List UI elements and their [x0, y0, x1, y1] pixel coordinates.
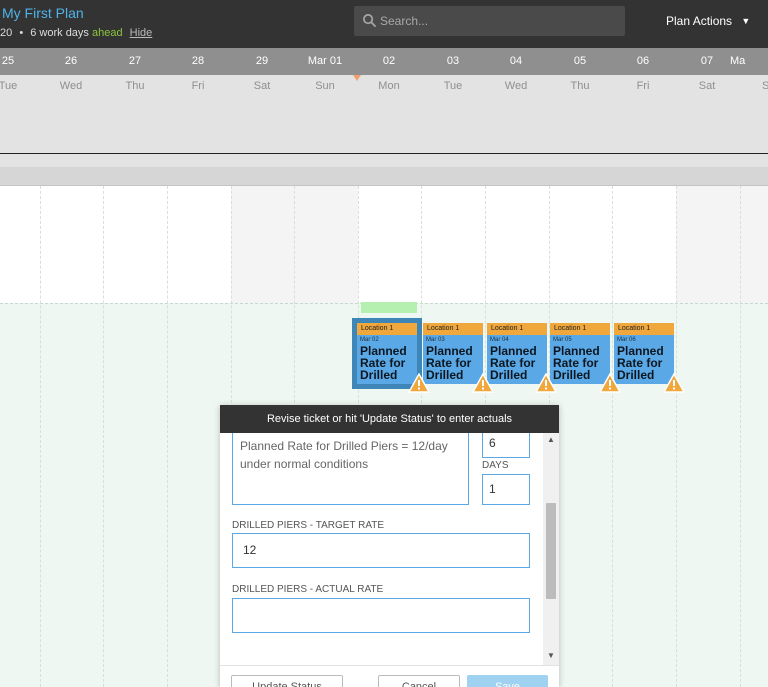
date-cell[interactable]: 06 — [611, 48, 675, 75]
day-cell: Sat — [253, 80, 271, 92]
top-bar: My First Plan 20 • 6 work days ahead Hid… — [0, 0, 768, 48]
date-cell[interactable]: 05 — [548, 48, 612, 75]
plan-actions-button[interactable]: Plan Actions ▼ — [666, 14, 750, 28]
dialog-body[interactable]: Planned Rate for Drilled Piers = 12/day … — [220, 433, 559, 665]
subtitle-separator: • — [19, 27, 24, 39]
progress-bar[interactable] — [361, 302, 417, 313]
date-cell[interactable]: 25 — [0, 48, 40, 75]
dialog-scrollbar[interactable]: ▲ ▼ — [543, 433, 559, 665]
date-cell[interactable]: 26 — [39, 48, 103, 75]
ticket-location: Location 1 — [614, 323, 674, 335]
ticket-location: Location 1 — [423, 323, 483, 335]
quantity-field[interactable]: 6 — [482, 433, 530, 458]
update-status-button[interactable]: Update Status — [231, 675, 343, 687]
timeline-dates-row: 25 26 27 28 29 Mar 01 02 03 04 05 06 07 … — [0, 48, 768, 75]
grid-line — [612, 186, 613, 687]
today-marker — [353, 75, 361, 81]
date-cell[interactable]: Mar 01 — [293, 48, 357, 75]
day-cell: Tue — [443, 80, 463, 92]
dialog-title: Revise ticket or hit 'Update Status' to … — [220, 405, 559, 433]
timeline-divider — [0, 153, 768, 154]
hide-link[interactable]: Hide — [130, 27, 153, 39]
ticket-date: Mar 04 — [490, 337, 509, 343]
date-cell[interactable]: 27 — [103, 48, 167, 75]
target-rate-label: DRILLED PIERS - TARGET RATE — [232, 520, 385, 531]
dialog-footer: Update Status Cancel Save — [220, 665, 559, 687]
target-rate-input[interactable]: 12 — [232, 533, 530, 568]
warning-icon[interactable] — [663, 373, 685, 393]
ahead-status: ahead — [92, 27, 123, 39]
timeline-days-row: Tue Wed Thu Fri Sat Sun Mon Tue Wed Thu … — [0, 75, 768, 107]
scroll-down-arrow-icon[interactable]: ▼ — [547, 651, 555, 660]
save-button[interactable]: Save — [467, 675, 548, 687]
days-field[interactable]: 1 — [482, 474, 530, 505]
plan-date-fragment: 20 — [0, 27, 13, 39]
ticket-date: Mar 03 — [426, 337, 445, 343]
grid-line — [103, 186, 104, 687]
work-days-count: 6 work days — [30, 27, 89, 39]
timeline-band-lower — [0, 167, 768, 186]
grid-line — [676, 186, 677, 687]
actual-rate-label: DRILLED PIERS - ACTUAL RATE — [232, 584, 384, 595]
plan-title[interactable]: My First Plan — [2, 5, 84, 21]
search-icon — [363, 14, 377, 28]
search-input[interactable] — [380, 6, 620, 36]
day-cell: Fri — [191, 80, 205, 92]
plan-actions-label: Plan Actions — [666, 14, 733, 28]
weekend-shade — [676, 186, 768, 303]
chevron-down-icon: ▼ — [741, 16, 751, 26]
scroll-up-arrow-icon[interactable]: ▲ — [547, 435, 555, 444]
ticket-location: Location 1 — [357, 323, 417, 335]
date-cell[interactable]: 04 — [484, 48, 548, 75]
day-cell: Sun — [315, 80, 335, 92]
ticket-description-field[interactable]: Planned Rate for Drilled Piers = 12/day … — [232, 433, 469, 505]
grid-line — [740, 186, 741, 687]
warning-icon[interactable] — [472, 373, 494, 393]
ticket-location: Location 1 — [550, 323, 610, 335]
date-cell[interactable]: 02 — [357, 48, 421, 75]
day-cell: Wed — [504, 80, 528, 92]
day-cell: Thu — [570, 80, 590, 92]
ticket-date: Mar 05 — [553, 337, 572, 343]
date-cell[interactable]: 29 — [230, 48, 294, 75]
date-cell[interactable]: 28 — [166, 48, 230, 75]
day-cell: Tue — [0, 80, 18, 92]
date-cell[interactable]: Ma — [730, 48, 768, 75]
warning-icon[interactable] — [535, 373, 557, 393]
day-cell: Thu — [125, 80, 145, 92]
day-cell: Mon — [378, 80, 400, 92]
day-cell: S — [762, 80, 768, 92]
warning-icon[interactable] — [408, 373, 430, 393]
warning-icon[interactable] — [599, 373, 621, 393]
scrollbar-thumb[interactable] — [546, 503, 556, 599]
revise-ticket-dialog: Revise ticket or hit 'Update Status' to … — [220, 405, 559, 687]
day-cell: Fri — [636, 80, 650, 92]
grid-line — [167, 186, 168, 687]
search-box[interactable] — [354, 6, 625, 36]
days-label: DAYS — [482, 460, 509, 471]
ticket-location: Location 1 — [487, 323, 547, 335]
ticket-date: Mar 02 — [360, 337, 379, 343]
cancel-button[interactable]: Cancel — [378, 675, 460, 687]
grid-line — [40, 186, 41, 687]
date-cell[interactable]: 03 — [421, 48, 485, 75]
ticket-date: Mar 06 — [617, 337, 636, 343]
plan-subtitle: 20 • 6 work days ahead Hide — [0, 27, 152, 39]
day-cell: Wed — [59, 80, 83, 92]
actual-rate-input[interactable] — [232, 598, 530, 633]
